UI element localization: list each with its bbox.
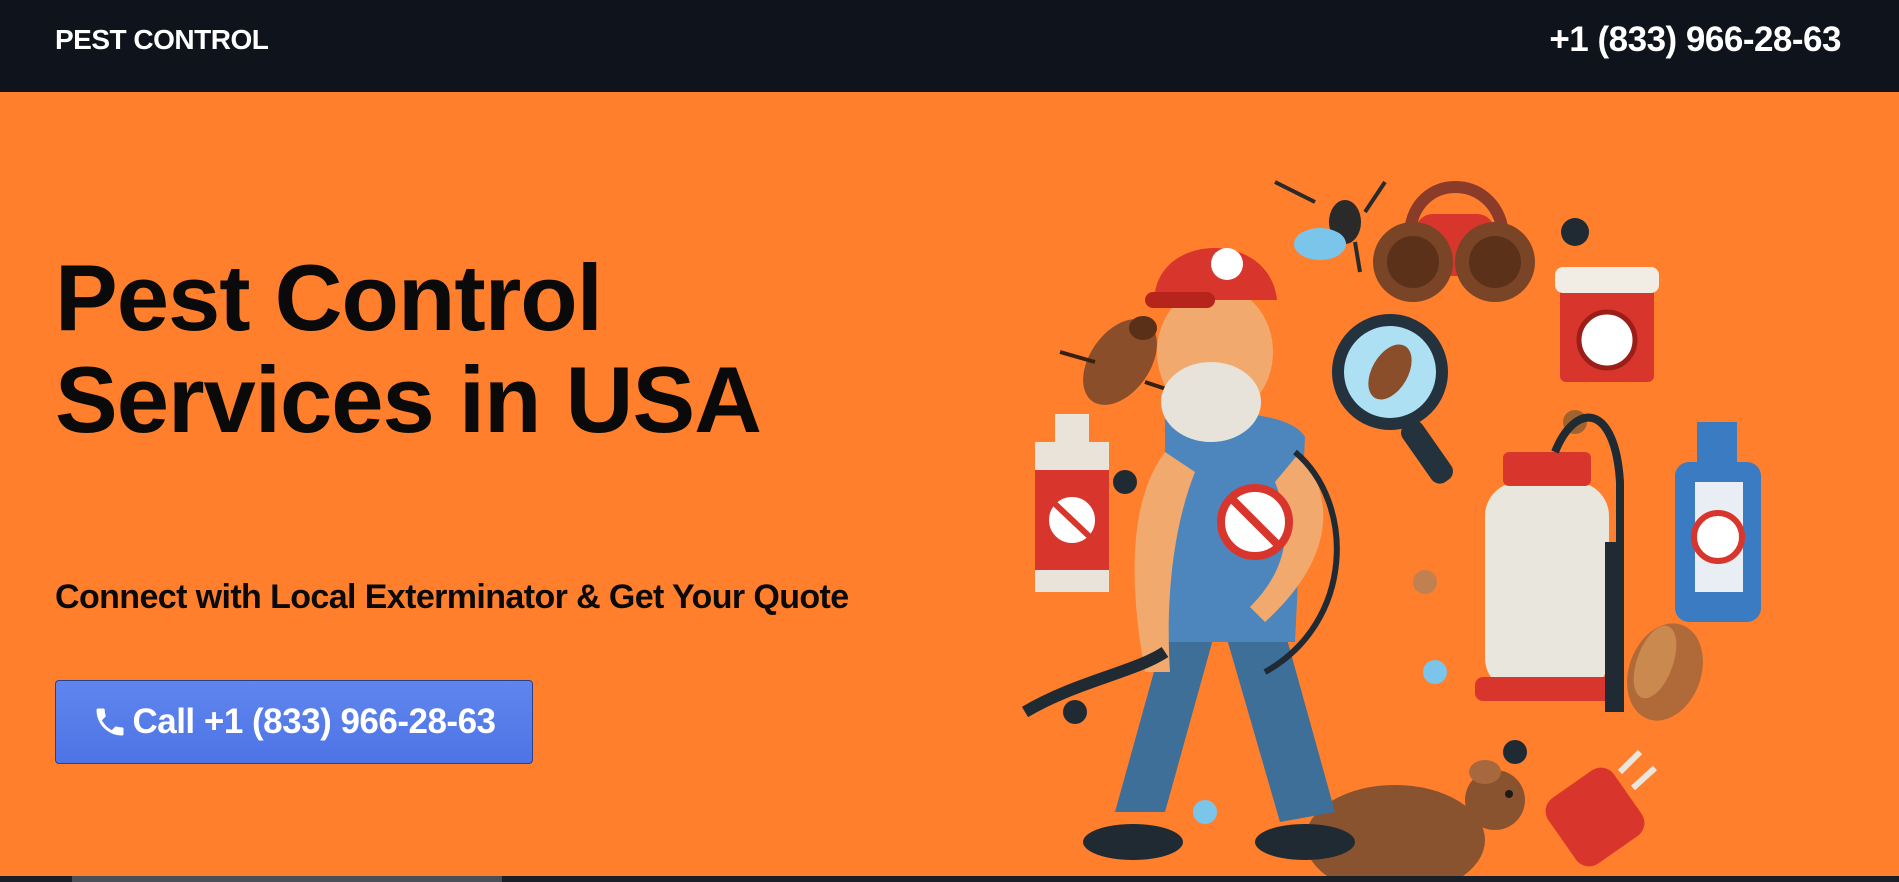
hero-section: Pest Control Services in USA Connect wit… bbox=[0, 92, 1899, 876]
header-phone-link[interactable]: +1 (833) 966-28-63 bbox=[1549, 20, 1841, 60]
call-now-button[interactable]: Call +1 (833) 966-28-63 bbox=[55, 680, 533, 764]
spray-can-icon bbox=[1035, 414, 1109, 592]
mouse-icon bbox=[1305, 760, 1525, 876]
poison-bucket-icon bbox=[1555, 267, 1659, 382]
gas-mask-icon bbox=[1373, 181, 1535, 302]
magnifying-glass-icon bbox=[1332, 314, 1453, 484]
pest-control-illustration bbox=[1021, 180, 1761, 876]
hero-subtitle: Connect with Local Exterminator & Get Yo… bbox=[55, 578, 849, 616]
call-button-label: Call +1 (833) 966-28-63 bbox=[132, 702, 496, 741]
spray-bottle-icon bbox=[1675, 422, 1761, 622]
hero-title-line-1: Pest Control bbox=[55, 245, 603, 350]
pressure-sprayer-icon bbox=[1475, 413, 1624, 712]
site-logo-text[interactable]: PEST CONTROL bbox=[55, 24, 269, 56]
hero-title: Pest Control Services in USA bbox=[55, 247, 855, 451]
moth-icon bbox=[1627, 623, 1703, 721]
hero-title-line-2: Services in USA bbox=[55, 347, 762, 452]
fly-icon bbox=[1274, 180, 1387, 273]
horizontal-scrollbar-thumb[interactable] bbox=[72, 876, 502, 882]
phone-icon bbox=[92, 704, 128, 740]
top-navigation-bar: PEST CONTROL +1 (833) 966-28-63 bbox=[0, 0, 1899, 92]
page: PEST CONTROL +1 (833) 966-28-63 Pest Con… bbox=[0, 0, 1899, 882]
electric-repellent-icon bbox=[1545, 749, 1658, 867]
